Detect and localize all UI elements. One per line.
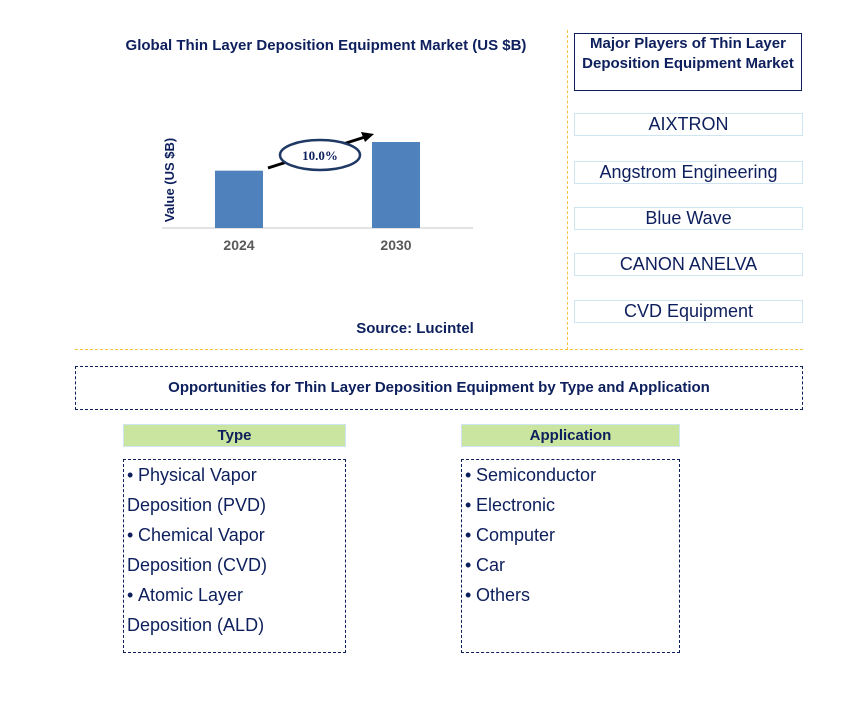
application-item: • Electronic bbox=[462, 490, 679, 520]
player-item: CVD Equipment bbox=[574, 300, 803, 323]
application-list: • Semiconductor • Electronic • Computer • Car • O… bbox=[461, 459, 680, 653]
application-item-text: Semiconductor bbox=[476, 465, 597, 485]
type-item: Deposition (ALD) bbox=[124, 610, 345, 640]
type-item: • Atomic Layer bbox=[124, 580, 345, 610]
cagr-label: 10.0% bbox=[302, 148, 338, 163]
type-item-text: Chemical Vapor bbox=[138, 525, 265, 545]
bullet-icon: • bbox=[465, 465, 472, 485]
bullet-icon: • bbox=[465, 585, 472, 605]
player-item: Angstrom Engineering bbox=[574, 161, 803, 184]
player-item: Blue Wave bbox=[574, 207, 803, 230]
application-item-text: Others bbox=[476, 585, 531, 605]
type-item-text: Deposition (ALD) bbox=[127, 615, 265, 635]
application-item-text: Car bbox=[476, 555, 506, 575]
source-label: Source: Lucintel bbox=[356, 320, 474, 337]
players-title: Major Players of Thin Layer Deposition E… bbox=[574, 33, 802, 91]
bar-2030 bbox=[372, 142, 420, 228]
type-item: Deposition (CVD) bbox=[124, 550, 345, 580]
bar-2024 bbox=[215, 170, 263, 228]
bullet-icon: • bbox=[127, 585, 134, 605]
application-item: • Computer bbox=[462, 520, 679, 550]
application-item-text: Computer bbox=[476, 525, 556, 545]
bullet-icon: • bbox=[465, 525, 472, 545]
type-item: • Physical Vapor bbox=[124, 460, 345, 490]
bullet-icon: • bbox=[465, 495, 472, 515]
bar-chart: Value (US $B) 2024 2030 10.0% bbox=[162, 132, 473, 253]
x-tick-label: 2024 bbox=[223, 237, 254, 253]
application-item: • Car bbox=[462, 550, 679, 580]
application-header: Application bbox=[461, 424, 680, 447]
player-item: AIXTRON bbox=[574, 113, 803, 136]
type-item-text: Deposition (CVD) bbox=[127, 555, 268, 575]
type-header: Type bbox=[123, 424, 346, 447]
type-item-text: Physical Vapor bbox=[138, 465, 257, 485]
vertical-divider bbox=[567, 30, 568, 350]
type-item-text: Atomic Layer bbox=[138, 585, 244, 605]
y-axis-label: Value (US $B) bbox=[162, 138, 177, 223]
x-tick-label: 2030 bbox=[380, 237, 411, 253]
chart-title: Global Thin Layer Deposition Equipment M… bbox=[125, 37, 527, 54]
type-list: • Physical Vapor Deposition (PVD) • Chemical… bbox=[123, 459, 346, 653]
bullet-icon: • bbox=[127, 525, 134, 545]
bullet-icon: • bbox=[465, 555, 472, 575]
player-item: CANON ANELVA bbox=[574, 253, 803, 276]
type-item-text: Deposition (PVD) bbox=[127, 495, 267, 515]
application-item-text: Electronic bbox=[476, 495, 556, 515]
horizontal-divider bbox=[75, 349, 803, 350]
type-item: Deposition (PVD) bbox=[124, 490, 345, 520]
bullet-icon: • bbox=[127, 465, 134, 485]
application-item: • Semiconductor bbox=[462, 460, 679, 490]
type-item: • Chemical Vapor bbox=[124, 520, 345, 550]
opportunities-title: Opportunities for Thin Layer Deposition … bbox=[75, 366, 803, 410]
application-item: • Others bbox=[462, 580, 679, 610]
